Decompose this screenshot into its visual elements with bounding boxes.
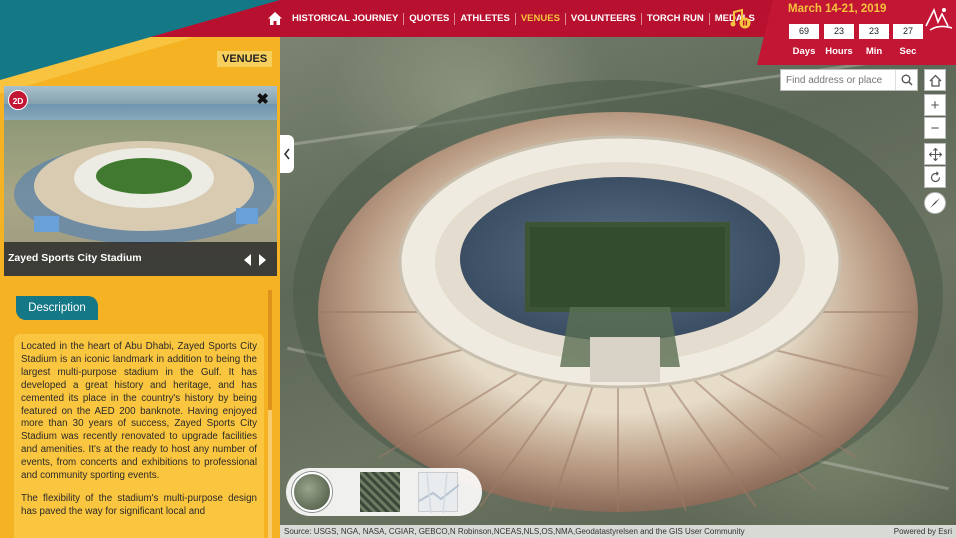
photo-caption-bar: Zayed Sports City Stadium: [4, 242, 277, 276]
panel-title: VENUES: [217, 51, 273, 67]
next-arrow-icon[interactable]: [259, 254, 266, 266]
app-root: + − So: [0, 0, 956, 538]
nav-quotes[interactable]: QUOTES: [404, 12, 456, 25]
close-icon[interactable]: ✖: [256, 90, 269, 108]
countdown-hours-label: Hours: [825, 46, 853, 57]
basemap-imagery-thumb[interactable]: [292, 472, 332, 512]
description-paragraph: Located in the heart of Abu Dhabi, Zayed…: [21, 341, 257, 482]
nav-torch-run[interactable]: TORCH RUN: [642, 12, 710, 25]
basemap-satellite-thumb[interactable]: [360, 472, 400, 512]
countdown-mins-label: Min: [865, 46, 883, 57]
countdown-secs-label: Sec: [899, 46, 917, 57]
music-pause-icon[interactable]: [730, 8, 752, 30]
home-nav-button[interactable]: [266, 10, 284, 28]
nav-athletes[interactable]: ATHLETES: [455, 12, 516, 25]
home-button[interactable]: [924, 69, 946, 91]
zoom-in-button[interactable]: +: [924, 94, 946, 116]
description-tab[interactable]: Description: [16, 296, 98, 320]
venue-name: Zayed Sports City Stadium: [8, 252, 142, 264]
view-2d-toggle[interactable]: 2D: [8, 90, 28, 110]
venue-panel: VENUES 2D ✖ Zayed Sports City Stadium De…: [0, 37, 280, 538]
pan-icon: [928, 147, 942, 161]
home-icon: [268, 12, 282, 25]
streets-map-icon: [418, 472, 460, 514]
basemap-gallery: [286, 468, 482, 516]
countdown-widget: March 14-21, 2019 69 23 23 27 Days Hours…: [757, 0, 956, 65]
rotate-button[interactable]: [924, 166, 946, 188]
nav-venues[interactable]: VENUES: [516, 12, 566, 25]
countdown-days-label: Days: [792, 46, 816, 57]
main-nav: HISTORICAL JOURNEY QUOTES ATHLETES VENUE…: [266, 0, 760, 37]
special-olympics-logo: [925, 7, 953, 31]
search-icon: [901, 74, 913, 86]
countdown-hours-value: 23: [824, 24, 854, 39]
home-icon: [929, 74, 941, 87]
chevron-left-icon: [283, 148, 290, 160]
description-box: Located in the heart of Abu Dhabi, Zayed…: [14, 334, 264, 538]
map-view[interactable]: + − So: [280, 37, 956, 538]
compass-icon: [930, 198, 940, 208]
nav-volunteers[interactable]: VOLUNTEERS: [566, 12, 642, 25]
search-widget: [780, 69, 918, 91]
prev-arrow-icon[interactable]: [244, 254, 251, 266]
basemap-streets-thumb[interactable]: [418, 472, 460, 514]
description-scroll-thumb[interactable]: [268, 290, 272, 410]
pan-button[interactable]: [924, 143, 946, 165]
countdown-mins-value: 23: [859, 24, 889, 39]
search-button[interactable]: [895, 70, 917, 90]
nav-historical-journey[interactable]: HISTORICAL JOURNEY: [287, 12, 405, 25]
powered-by-esri[interactable]: Powered by Esri: [894, 525, 952, 538]
collapse-panel-button[interactable]: [280, 135, 294, 173]
event-dates: March 14-21, 2019: [788, 3, 887, 15]
venue-photo: 2D ✖ Zayed Sports City Stadium: [4, 86, 277, 276]
zoom-out-button[interactable]: −: [924, 117, 946, 139]
description-paragraph: The flexibility of the stadium's multi-p…: [21, 492, 257, 517]
map-attribution: Source: USGS, NGA, NASA, CGIAR, GEBCO,N …: [280, 525, 956, 538]
attribution-text: Source: USGS, NGA, NASA, CGIAR, GEBCO,N …: [284, 527, 745, 536]
countdown-days-value: 69: [789, 24, 819, 39]
rotate-icon: [930, 170, 940, 182]
countdown-secs-value: 27: [893, 24, 923, 39]
compass-button[interactable]: [924, 192, 946, 214]
stadium-3d-model: [293, 80, 943, 512]
search-input[interactable]: [781, 70, 893, 91]
